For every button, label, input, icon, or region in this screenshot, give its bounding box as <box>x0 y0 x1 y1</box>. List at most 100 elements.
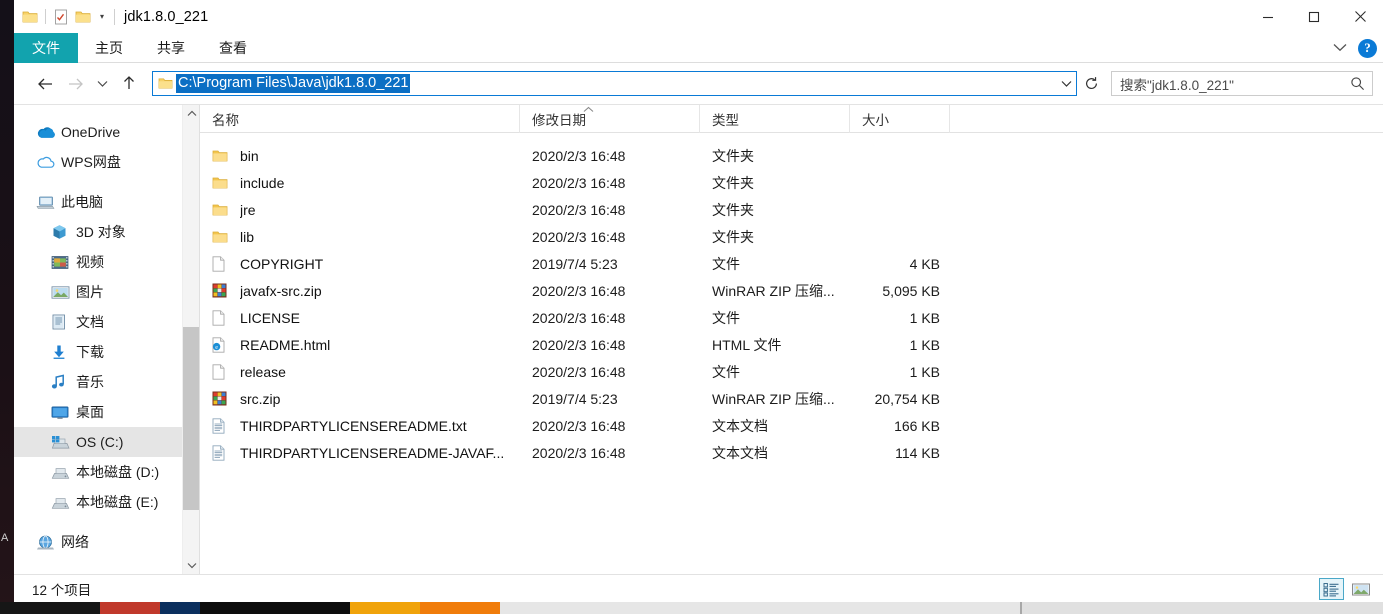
table-row[interactable]: bin 2020/2/3 16:48 文件夹 <box>200 142 1383 169</box>
winrar-zip-icon <box>212 283 234 298</box>
file-name-label: THIRDPARTYLICENSEREADME-JAVAF... <box>240 444 505 461</box>
file-name-label: lib <box>240 228 255 245</box>
table-row[interactable]: THIRDPARTYLICENSEREADME.txt 2020/2/3 16:4… <box>200 412 1383 439</box>
column-header-date[interactable]: 修改日期 <box>520 104 700 133</box>
tab-share[interactable]: 共享 <box>140 33 202 63</box>
address-bar[interactable]: C:\Program Files\Java\jdk1.8.0_221 <box>152 71 1077 96</box>
text-file-icon <box>212 444 234 461</box>
tab-file[interactable]: 文件 <box>14 33 78 63</box>
cell-name: THIRDPARTYLICENSEREADME-JAVAF... <box>200 439 520 466</box>
sidebar-item-11[interactable]: 本地磁盘 (D:) <box>14 457 199 487</box>
documents-icon <box>51 314 74 330</box>
cell-date: 2020/2/3 16:48 <box>532 363 626 380</box>
chevron-up-icon[interactable] <box>183 105 199 122</box>
file-explorer-window: ▾ jdk1.8.0_221 文件 主页 共享 查看 ? C:\Program … <box>14 0 1383 602</box>
details-view-button[interactable] <box>1319 578 1344 600</box>
close-button[interactable] <box>1337 0 1383 33</box>
new-folder-icon[interactable] <box>72 6 94 28</box>
forward-button[interactable] <box>60 69 90 99</box>
sidebar-item-2[interactable]: 此电脑 <box>14 187 199 217</box>
table-row[interactable]: COPYRIGHT 2019/7/4 5:23 文件 4 KB <box>200 250 1383 277</box>
taskbar-tray <box>1022 602 1383 614</box>
item-count-label: 12 个项目 <box>32 582 92 598</box>
tab-view[interactable]: 查看 <box>202 33 264 63</box>
cell-size: 166 KB <box>894 417 940 434</box>
3d-objects-icon <box>51 224 74 240</box>
up-button[interactable] <box>114 69 144 99</box>
table-row[interactable]: e README.html 2020/2/3 16:48 HTML 文件 1 KB <box>200 331 1383 358</box>
file-name-label: README.html <box>240 336 331 353</box>
column-header-size[interactable]: 大小 <box>850 104 950 133</box>
folder-icon <box>212 149 234 163</box>
search-box[interactable]: 搜索"jdk1.8.0_221" <box>1111 71 1373 96</box>
table-row[interactable]: javafx-src.zip 2020/2/3 16:48 WinRAR ZIP 压… <box>200 277 1383 304</box>
cell-date: 2020/2/3 16:48 <box>532 174 626 191</box>
sidebar-item-7[interactable]: 下载 <box>14 337 199 367</box>
sidebar-item-3[interactable]: 3D 对象 <box>14 217 199 247</box>
taskbar-icon-red[interactable] <box>100 602 160 614</box>
table-row[interactable]: LICENSE 2020/2/3 16:48 文件 1 KB <box>200 304 1383 331</box>
window-title: jdk1.8.0_221 <box>124 8 209 25</box>
sidebar-item-12[interactable]: 本地磁盘 (E:) <box>14 487 199 517</box>
minimize-button[interactable] <box>1245 0 1291 33</box>
cell-date: 2020/2/3 16:48 <box>532 201 626 218</box>
folder-icon[interactable] <box>19 6 41 28</box>
taskbar-icon-orange-2[interactable] <box>420 602 500 614</box>
cell-type: 文件夹 <box>712 174 754 191</box>
sidebar-item-label: 音乐 <box>76 374 104 390</box>
sidebar-item-5[interactable]: 图片 <box>14 277 199 307</box>
help-button[interactable]: ? <box>1358 38 1377 58</box>
cell-type: 文件夹 <box>712 228 754 245</box>
recent-locations-button[interactable] <box>90 69 114 99</box>
cell-name: COPYRIGHT <box>200 250 520 277</box>
cell-name: e README.html <box>200 331 520 358</box>
blank-file-icon <box>212 255 234 272</box>
table-row[interactable]: release 2020/2/3 16:48 文件 1 KB <box>200 358 1383 385</box>
address-dropdown-icon[interactable] <box>1061 72 1072 95</box>
tab-home[interactable]: 主页 <box>78 33 140 63</box>
search-icon[interactable] <box>1348 76 1366 91</box>
taskbar-icon-orange[interactable] <box>350 602 420 614</box>
sidebar-item-10[interactable]: OS (C:) <box>14 427 199 457</box>
sidebar-item-8[interactable]: 音乐 <box>14 367 199 397</box>
maximize-button[interactable] <box>1291 0 1337 33</box>
status-bar: 12 个项目 <box>14 574 1383 602</box>
properties-icon[interactable] <box>50 6 72 28</box>
folder-icon <box>212 203 234 217</box>
table-row[interactable]: jre 2020/2/3 16:48 文件夹 <box>200 196 1383 223</box>
desktop-stray-text: A <box>1 532 9 544</box>
sidebar-item-9[interactable]: 桌面 <box>14 397 199 427</box>
sidebar-item-label: 本地磁盘 (D:) <box>76 464 160 480</box>
customize-caret-icon[interactable]: ▾ <box>94 6 110 28</box>
cell-date: 2020/2/3 16:48 <box>532 417 626 434</box>
search-input[interactable]: 搜索"jdk1.8.0_221" <box>1120 74 1348 94</box>
back-button[interactable] <box>30 69 60 99</box>
sidebar-scrollbar[interactable] <box>182 105 199 574</box>
sidebar-item-13[interactable]: 网络 <box>14 527 199 557</box>
refresh-button[interactable] <box>1077 71 1105 96</box>
sidebar-scrollbar-thumb[interactable] <box>183 327 199 510</box>
cell-size: 1 KB <box>909 336 940 353</box>
sidebar-item-0[interactable]: OneDrive <box>14 117 199 147</box>
table-row[interactable]: src.zip 2019/7/4 5:23 WinRAR ZIP 压缩... 20,7… <box>200 385 1383 412</box>
cell-name: release <box>200 358 520 385</box>
cell-size: 1 KB <box>909 309 940 326</box>
sidebar-item-label: 桌面 <box>76 404 104 420</box>
column-header-type[interactable]: 类型 <box>700 104 850 133</box>
large-icons-view-button[interactable] <box>1348 578 1373 600</box>
sidebar-item-1[interactable]: WPS网盘 <box>14 147 199 177</box>
cell-type: 文件 <box>712 309 740 326</box>
table-row[interactable]: lib 2020/2/3 16:48 文件夹 <box>200 223 1383 250</box>
cell-date: 2020/2/3 16:48 <box>532 282 626 299</box>
column-header-name[interactable]: 名称 <box>200 104 520 133</box>
table-row[interactable]: include 2020/2/3 16:48 文件夹 <box>200 169 1383 196</box>
quick-access-separator <box>45 9 46 24</box>
sidebar-item-6[interactable]: 文档 <box>14 307 199 337</box>
taskbar-icon-blue[interactable] <box>160 602 200 614</box>
address-input[interactable]: C:\Program Files\Java\jdk1.8.0_221 <box>176 74 410 93</box>
chevron-down-icon[interactable] <box>1331 41 1349 55</box>
file-name-label: THIRDPARTYLICENSEREADME.txt <box>240 417 467 434</box>
sidebar-item-4[interactable]: 视频 <box>14 247 199 277</box>
chevron-down-icon[interactable] <box>183 557 199 574</box>
table-row[interactable]: THIRDPARTYLICENSEREADME-JAVAF... 2020/2/3… <box>200 439 1383 466</box>
